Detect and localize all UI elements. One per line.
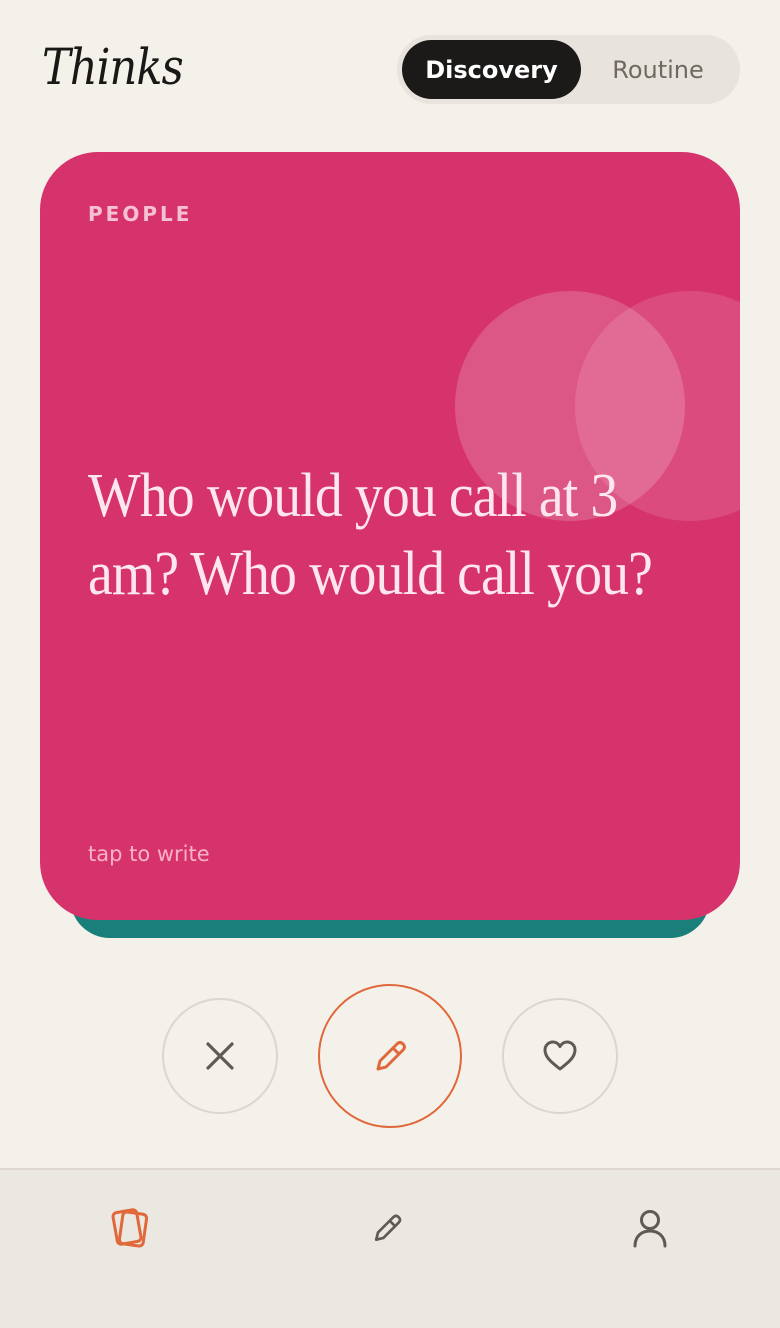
card-question: Who would you call at 3 am? Who would ca… <box>88 462 653 608</box>
pencil-icon <box>376 1041 406 1071</box>
bottom-nav <box>0 1168 780 1328</box>
question-card[interactable]: PEOPLE Who would you call at 3 am? Who w… <box>40 152 740 920</box>
heart-icon <box>543 1040 577 1071</box>
card-hint: tap to write <box>88 842 210 866</box>
like-button[interactable] <box>502 998 618 1114</box>
mode-toggle: Discovery Routine <box>397 35 740 104</box>
mode-routine-button[interactable]: Routine <box>581 40 735 99</box>
app-logo: Thinks <box>42 38 184 96</box>
skip-button[interactable] <box>162 998 278 1114</box>
cards-icon <box>111 1208 149 1248</box>
app-header: Thinks Discovery Routine <box>0 0 780 140</box>
user-icon <box>633 1210 667 1248</box>
close-icon <box>206 1042 234 1070</box>
nav-journal[interactable] <box>357 1198 417 1258</box>
mode-discovery-button[interactable]: Discovery <box>402 40 581 99</box>
nav-cards[interactable] <box>100 1198 160 1258</box>
card-category: PEOPLE <box>88 202 193 226</box>
write-button[interactable] <box>318 984 462 1128</box>
nav-profile[interactable] <box>620 1198 680 1258</box>
pencil-icon <box>374 1214 402 1242</box>
